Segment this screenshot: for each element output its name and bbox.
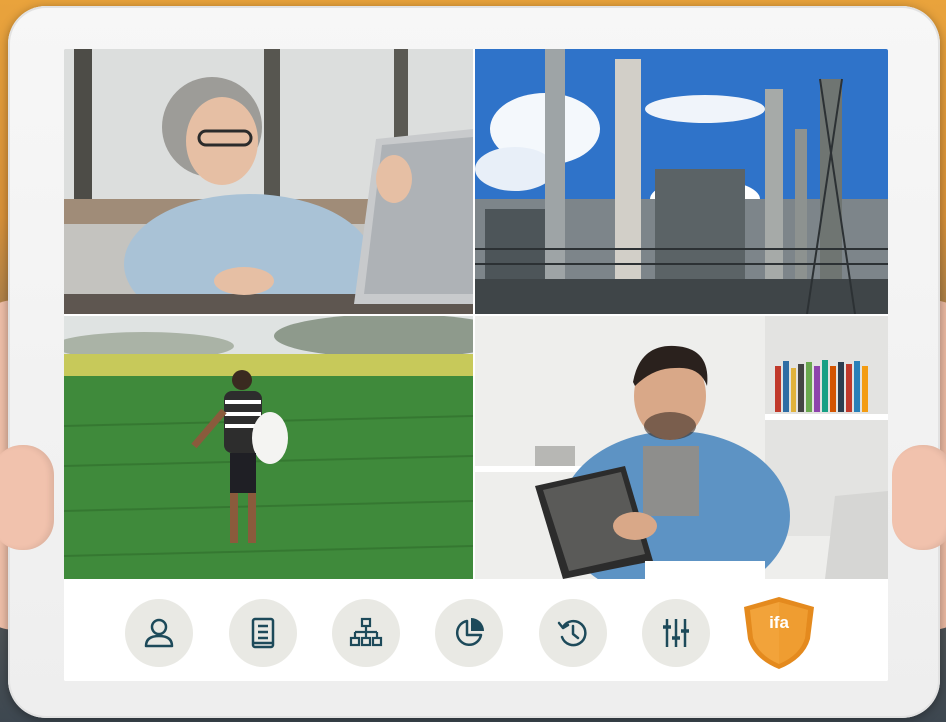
photo-woman-laptop [64, 49, 473, 314]
ifa-shield-badge[interactable]: ifa [742, 595, 816, 671]
user-button[interactable] [125, 599, 193, 667]
photo-man-tablet [475, 316, 888, 579]
photo-industrial-plant [475, 49, 888, 314]
org-chart-icon [349, 617, 383, 647]
book-icon [251, 617, 275, 649]
book-button[interactable] [229, 599, 297, 667]
history-button[interactable] [539, 599, 607, 667]
tablet-screen: ifa [64, 49, 888, 681]
sliders-icon [663, 619, 689, 647]
tablet-frame: ifa [8, 6, 940, 718]
org-chart-button[interactable] [332, 599, 400, 667]
pie-chart-icon [455, 618, 484, 647]
photo-farmer-field [64, 316, 473, 579]
icon-toolbar: ifa [64, 579, 888, 681]
history-icon [557, 619, 587, 647]
photo-grid [64, 49, 888, 579]
left-thumb [0, 445, 54, 550]
sliders-button[interactable] [642, 599, 710, 667]
ifa-badge-text: ifa [769, 613, 789, 632]
right-thumb [892, 445, 946, 550]
pie-chart-button[interactable] [435, 599, 503, 667]
user-icon [144, 618, 174, 648]
